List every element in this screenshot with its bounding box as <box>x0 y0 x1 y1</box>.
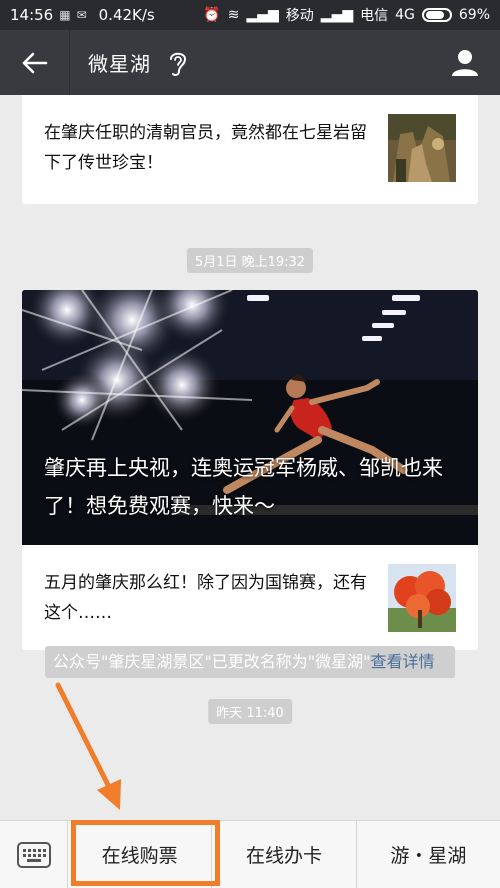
message-icon: ✉ <box>76 8 87 22</box>
notification-icon: ▦ <box>59 8 71 22</box>
network-type: 4G <box>395 7 415 23</box>
ear-icon[interactable] <box>167 48 189 78</box>
bottom-menu: 在线购票 在线办卡 游・星湖 <box>0 820 500 888</box>
timestamp-1: 5月1日 晚上19:32 <box>186 248 314 273</box>
menu-tour-xinghu[interactable]: 游・星湖 <box>357 821 500 888</box>
person-icon <box>452 49 478 76</box>
network-speed: 0.42K/s <box>98 6 155 24</box>
profile-button[interactable] <box>430 30 500 95</box>
status-time: 14:56 <box>10 6 54 24</box>
keyboard-toggle-button[interactable] <box>0 821 68 888</box>
hero-caption[interactable]: 肇庆再上央视，连奥运冠军杨威、邹凯也来了！想免费观赛，快来～ <box>44 449 456 525</box>
nav-bar: 微星湖 <box>0 30 500 95</box>
battery-level: 69% <box>458 7 490 23</box>
back-button[interactable] <box>0 30 70 95</box>
carrier-2: 电信 <box>360 8 389 24</box>
page-title: 微星湖 <box>88 52 151 76</box>
keyboard-icon <box>16 841 51 868</box>
system-message-text: 公众号"肇庆星湖景区"已更改名称为"微星湖" <box>53 652 371 671</box>
menu-online-ticketing[interactable]: 在线购票 <box>68 821 213 888</box>
article-card-2[interactable]: 肇庆再上央视，连奥运冠军杨威、邹凯也来了！想免费观赛，快来～ 五月的肇庆那么红！… <box>22 290 478 650</box>
wifi-icon: ≋ <box>227 7 240 23</box>
status-bar: 14:56 ▦ ✉ 0.42K/s ⏰ ≋ ▂▄▆ 移动 ▂▄▆ 电信 4G 6… <box>0 0 500 30</box>
carrier-1: 移动 <box>285 8 314 24</box>
signal-icon-2: ▂▄▆ <box>320 7 354 23</box>
hero-image[interactable]: 肇庆再上央视，连奥运冠军杨威、邹凯也来了！想免费观赛，快来～ <box>22 290 478 545</box>
system-message: 公众号"肇庆星湖景区"已更改名称为"微星湖"查看详情 <box>45 646 455 678</box>
article-thumbnail-1[interactable] <box>388 113 456 182</box>
signal-icon: ▂▄▆ <box>246 7 279 23</box>
timestamp-2: 昨天 11:40 <box>208 699 292 724</box>
view-details-link[interactable]: 查看详情 <box>370 652 434 671</box>
article-thumbnail-2[interactable] <box>388 563 456 632</box>
menu-online-card[interactable]: 在线办卡 <box>212 821 357 888</box>
alarm-icon: ⏰ <box>203 7 221 23</box>
battery-icon <box>421 8 452 22</box>
message-list[interactable]: 在肇庆任职的清朝官员，竟然都在七星岩留下了传世珍宝！ 5月1日 晚上19:32 <box>0 95 500 820</box>
article-card-1[interactable]: 在肇庆任职的清朝官员，竟然都在七星岩留下了传世珍宝！ <box>22 95 478 204</box>
back-arrow-icon <box>22 52 47 73</box>
article-title-1[interactable]: 在肇庆任职的清朝官员，竟然都在七星岩留下了传世珍宝！ <box>44 118 388 178</box>
article-title-2[interactable]: 五月的肇庆那么红！除了因为国锦赛，还有这个…… <box>44 568 388 628</box>
